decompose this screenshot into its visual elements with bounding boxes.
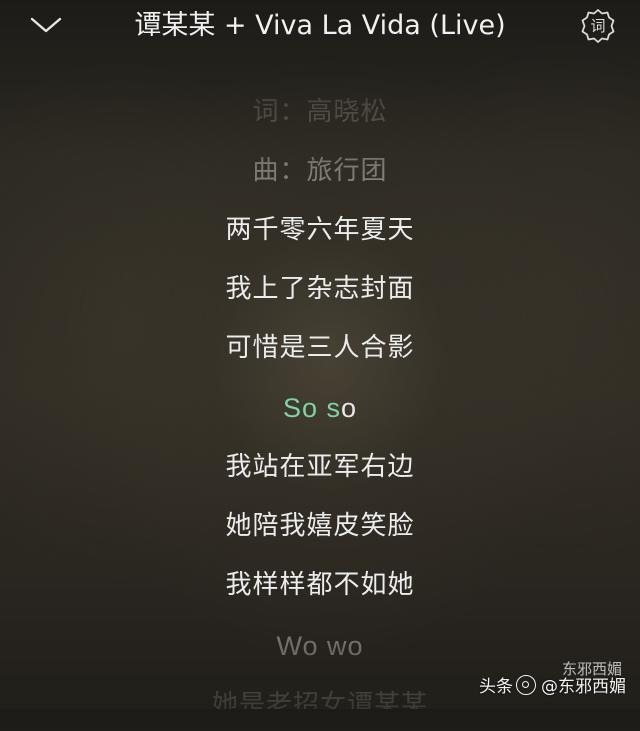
lyrics-list[interactable]: 词：高晓松 曲：旅行团 两千零六年夏天 我上了杂志封面 可惜是三人合影 So s… bbox=[0, 82, 640, 720]
lyric-line[interactable]: 曲：旅行团 bbox=[0, 145, 640, 197]
watermark: 头条 @东邪西媚 bbox=[479, 672, 626, 697]
song-title: 谭某某 + Viva La Vida (Live) bbox=[134, 10, 506, 41]
player-header: 谭某某 + Viva La Vida (Live) 词 bbox=[0, 0, 640, 52]
lyric-line[interactable]: 我样样都不如她 bbox=[0, 559, 640, 611]
lyric-line[interactable]: 我上了杂志封面 bbox=[0, 263, 640, 315]
lyric-line-current[interactable]: So so bbox=[0, 382, 640, 434]
lyric-sung-part: So s bbox=[282, 393, 341, 423]
watermark-account: @东邪西媚 bbox=[541, 677, 626, 697]
lyric-button-label: 词 bbox=[590, 17, 606, 35]
lyric-line[interactable]: 可惜是三人合影 bbox=[0, 322, 640, 374]
lyric-line-text: Wo wo bbox=[276, 631, 364, 661]
lyric-line[interactable]: 两千零六年夏天 bbox=[0, 204, 640, 256]
lyric-line[interactable]: 我站在亚军右边 bbox=[0, 441, 640, 493]
lyric-remaining-part: o bbox=[341, 393, 358, 423]
collapse-button[interactable] bbox=[26, 8, 66, 42]
lyric-line[interactable]: Wo wo bbox=[0, 620, 640, 672]
watermark-platform: 头条 bbox=[479, 677, 513, 697]
lyric-settings-button[interactable]: 词 bbox=[579, 7, 617, 45]
lyric-line[interactable]: 词：高晓松 bbox=[0, 86, 640, 138]
watermark-logo-icon bbox=[516, 674, 536, 695]
chevron-down-icon bbox=[30, 17, 62, 33]
lyric-line[interactable]: 她陪我嬉皮笑脸 bbox=[0, 500, 640, 552]
